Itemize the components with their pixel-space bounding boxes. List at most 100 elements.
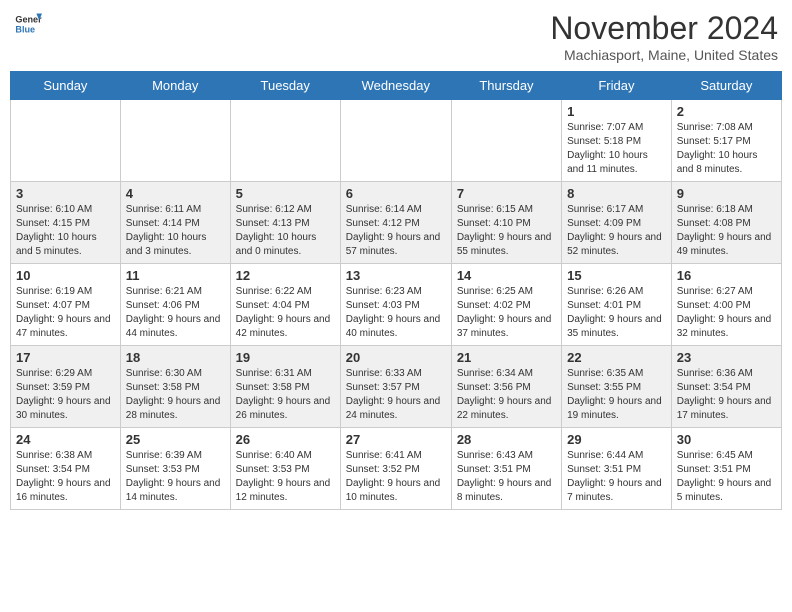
day-info: Sunrise: 6:11 AM Sunset: 4:14 PM Dayligh…: [126, 203, 225, 259]
day-number: 18: [126, 350, 225, 365]
day-info: Sunrise: 6:10 AM Sunset: 4:15 PM Dayligh…: [16, 203, 115, 259]
calendar-cell: 7 Sunrise: 6:15 AM Sunset: 4:10 PM Daylig…: [451, 182, 561, 264]
day-number: 21: [457, 350, 556, 365]
day-number: 27: [346, 432, 446, 447]
calendar-cell: 19Sunrise: 6:31 AM Sunset: 3:58 PM Dayli…: [230, 346, 340, 428]
day-number: 26: [236, 432, 335, 447]
day-info: Sunrise: 6:26 AM Sunset: 4:01 PM Dayligh…: [567, 285, 666, 341]
calendar-cell: 26 Sunrise: 6:40 AM Sunset: 3:53 PM Dayli…: [230, 428, 340, 510]
day-info: Sunrise: 7:08 AM Sunset: 5:17 PM Dayligh…: [677, 121, 776, 177]
calendar-cell: 27 Sunrise: 6:41 AM Sunset: 3:52 PM Dayli…: [340, 428, 451, 510]
calendar-cell: 9 Sunrise: 6:18 AM Sunset: 4:08 PM Daylig…: [671, 182, 781, 264]
day-header-friday: Friday: [562, 72, 672, 100]
day-info: Sunrise: 6:17 AM Sunset: 4:09 PM Dayligh…: [567, 203, 666, 259]
day-info: Sunrise: 6:21 AM Sunset: 4:06 PM Dayligh…: [126, 285, 225, 341]
day-header-wednesday: Wednesday: [340, 72, 451, 100]
day-info: Sunrise: 6:12 AM Sunset: 4:13 PM Dayligh…: [236, 203, 335, 259]
day-info: Sunrise: 6:14 AM Sunset: 4:12 PM Dayligh…: [346, 203, 446, 259]
page-header: General Blue November 2024 Machiasport, …: [10, 10, 782, 63]
day-info: Sunrise: 6:29 AM Sunset: 3:59 PM Dayligh…: [16, 367, 115, 423]
day-header-tuesday: Tuesday: [230, 72, 340, 100]
day-number: 13: [346, 268, 446, 283]
calendar-cell: 29 Sunrise: 6:44 AM Sunset: 3:51 PM Dayli…: [562, 428, 672, 510]
day-number: 8: [567, 186, 666, 201]
svg-text:Blue: Blue: [15, 24, 35, 34]
calendar-cell: [11, 100, 121, 182]
day-header-monday: Monday: [120, 72, 230, 100]
day-number: 3: [16, 186, 115, 201]
day-number: 10: [16, 268, 115, 283]
day-number: 2: [677, 104, 776, 119]
calendar-cell: 25 Sunrise: 6:39 AM Sunset: 3:53 PM Dayli…: [120, 428, 230, 510]
calendar-cell: 15 Sunrise: 6:26 AM Sunset: 4:01 PM Dayli…: [562, 264, 672, 346]
day-number: 16: [677, 268, 776, 283]
calendar-cell: 11 Sunrise: 6:21 AM Sunset: 4:06 PM Dayli…: [120, 264, 230, 346]
day-header-saturday: Saturday: [671, 72, 781, 100]
day-info: Sunrise: 6:38 AM Sunset: 3:54 PM Dayligh…: [16, 449, 115, 505]
calendar-week-4: 24 Sunrise: 6:38 AM Sunset: 3:54 PM Dayli…: [11, 428, 782, 510]
day-info: Sunrise: 6:39 AM Sunset: 3:53 PM Dayligh…: [126, 449, 225, 505]
calendar-cell: 1Sunrise: 7:07 AM Sunset: 5:18 PM Daylig…: [562, 100, 672, 182]
day-info: Sunrise: 6:33 AM Sunset: 3:57 PM Dayligh…: [346, 367, 446, 423]
calendar-week-2: 10 Sunrise: 6:19 AM Sunset: 4:07 PM Dayli…: [11, 264, 782, 346]
day-info: Sunrise: 6:23 AM Sunset: 4:03 PM Dayligh…: [346, 285, 446, 341]
calendar-header-row: SundayMondayTuesdayWednesdayThursdayFrid…: [11, 72, 782, 100]
day-number: 22: [567, 350, 666, 365]
calendar-week-0: 1Sunrise: 7:07 AM Sunset: 5:18 PM Daylig…: [11, 100, 782, 182]
calendar-cell: [120, 100, 230, 182]
day-info: Sunrise: 6:40 AM Sunset: 3:53 PM Dayligh…: [236, 449, 335, 505]
day-info: Sunrise: 6:27 AM Sunset: 4:00 PM Dayligh…: [677, 285, 776, 341]
calendar-cell: 21 Sunrise: 6:34 AM Sunset: 3:56 PM Dayli…: [451, 346, 561, 428]
day-number: 23: [677, 350, 776, 365]
calendar-cell: 24 Sunrise: 6:38 AM Sunset: 3:54 PM Dayli…: [11, 428, 121, 510]
calendar-cell: [340, 100, 451, 182]
day-info: Sunrise: 6:36 AM Sunset: 3:54 PM Dayligh…: [677, 367, 776, 423]
day-info: Sunrise: 6:34 AM Sunset: 3:56 PM Dayligh…: [457, 367, 556, 423]
day-info: Sunrise: 6:18 AM Sunset: 4:08 PM Dayligh…: [677, 203, 776, 259]
day-info: Sunrise: 6:45 AM Sunset: 3:51 PM Dayligh…: [677, 449, 776, 505]
day-number: 25: [126, 432, 225, 447]
day-number: 11: [126, 268, 225, 283]
day-info: Sunrise: 6:19 AM Sunset: 4:07 PM Dayligh…: [16, 285, 115, 341]
calendar-cell: 14Sunrise: 6:25 AM Sunset: 4:02 PM Dayli…: [451, 264, 561, 346]
day-number: 29: [567, 432, 666, 447]
calendar-cell: 4 Sunrise: 6:11 AM Sunset: 4:14 PM Daylig…: [120, 182, 230, 264]
day-number: 4: [126, 186, 225, 201]
day-number: 5: [236, 186, 335, 201]
day-info: Sunrise: 6:22 AM Sunset: 4:04 PM Dayligh…: [236, 285, 335, 341]
day-info: Sunrise: 6:41 AM Sunset: 3:52 PM Dayligh…: [346, 449, 446, 505]
calendar-cell: 6 Sunrise: 6:14 AM Sunset: 4:12 PM Daylig…: [340, 182, 451, 264]
calendar-cell: 30Sunrise: 6:45 AM Sunset: 3:51 PM Dayli…: [671, 428, 781, 510]
day-number: 24: [16, 432, 115, 447]
day-header-thursday: Thursday: [451, 72, 561, 100]
day-number: 6: [346, 186, 446, 201]
calendar-cell: 20 Sunrise: 6:33 AM Sunset: 3:57 PM Dayli…: [340, 346, 451, 428]
day-number: 9: [677, 186, 776, 201]
calendar-cell: 23 Sunrise: 6:36 AM Sunset: 3:54 PM Dayli…: [671, 346, 781, 428]
logo: General Blue: [14, 10, 42, 38]
day-number: 28: [457, 432, 556, 447]
day-number: 20: [346, 350, 446, 365]
calendar-cell: [230, 100, 340, 182]
calendar-cell: 13 Sunrise: 6:23 AM Sunset: 4:03 PM Dayli…: [340, 264, 451, 346]
day-info: Sunrise: 6:30 AM Sunset: 3:58 PM Dayligh…: [126, 367, 225, 423]
day-header-sunday: Sunday: [11, 72, 121, 100]
day-info: Sunrise: 6:15 AM Sunset: 4:10 PM Dayligh…: [457, 203, 556, 259]
calendar-week-3: 17 Sunrise: 6:29 AM Sunset: 3:59 PM Dayli…: [11, 346, 782, 428]
day-number: 17: [16, 350, 115, 365]
calendar-week-1: 3 Sunrise: 6:10 AM Sunset: 4:15 PM Daylig…: [11, 182, 782, 264]
day-number: 1: [567, 104, 666, 119]
day-info: Sunrise: 6:44 AM Sunset: 3:51 PM Dayligh…: [567, 449, 666, 505]
calendar-cell: 17 Sunrise: 6:29 AM Sunset: 3:59 PM Dayli…: [11, 346, 121, 428]
title-block: November 2024 Machiasport, Maine, United…: [550, 10, 778, 63]
calendar-cell: 8 Sunrise: 6:17 AM Sunset: 4:09 PM Daylig…: [562, 182, 672, 264]
day-number: 15: [567, 268, 666, 283]
day-number: 14: [457, 268, 556, 283]
day-number: 19: [236, 350, 335, 365]
calendar-cell: 22Sunrise: 6:35 AM Sunset: 3:55 PM Dayli…: [562, 346, 672, 428]
calendar-cell: 10 Sunrise: 6:19 AM Sunset: 4:07 PM Dayli…: [11, 264, 121, 346]
day-info: Sunrise: 6:43 AM Sunset: 3:51 PM Dayligh…: [457, 449, 556, 505]
calendar-cell: 12Sunrise: 6:22 AM Sunset: 4:04 PM Dayli…: [230, 264, 340, 346]
calendar-table: SundayMondayTuesdayWednesdayThursdayFrid…: [10, 71, 782, 510]
day-number: 7: [457, 186, 556, 201]
